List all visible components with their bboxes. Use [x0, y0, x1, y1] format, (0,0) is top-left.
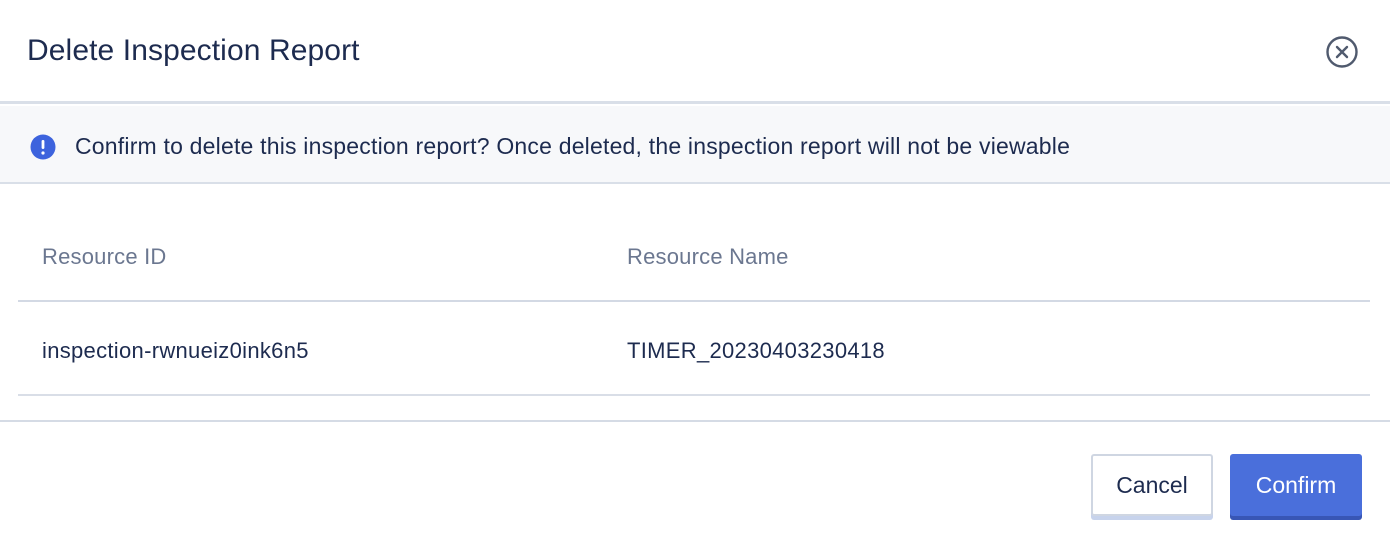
resource-table: [18, 210, 1370, 396]
exclamation-circle-icon: [30, 134, 56, 160]
footer-divider: [0, 420, 1390, 422]
cell-resource-id: inspection-rwnueiz0ink6n5: [42, 338, 309, 363]
confirm-button[interactable]: Confirm: [1230, 454, 1362, 516]
close-circle-icon: [1326, 36, 1358, 68]
close-button[interactable]: [1325, 35, 1359, 69]
cancel-button[interactable]: Cancel: [1091, 454, 1213, 516]
notice-text: Confirm to delete this inspection report…: [75, 133, 1071, 159]
dialog-title: Delete Inspection Report: [27, 34, 360, 67]
cell-resource-name: TIMER_20230403230418: [627, 338, 885, 363]
delete-report-dialog: Delete Inspection Report Confirm to dele…: [0, 0, 1390, 542]
column-header-resource-name: Resource Name: [627, 244, 789, 269]
dialog-header: Delete Inspection Report: [0, 0, 1390, 104]
column-header-resource-id: Resource ID: [42, 244, 167, 269]
